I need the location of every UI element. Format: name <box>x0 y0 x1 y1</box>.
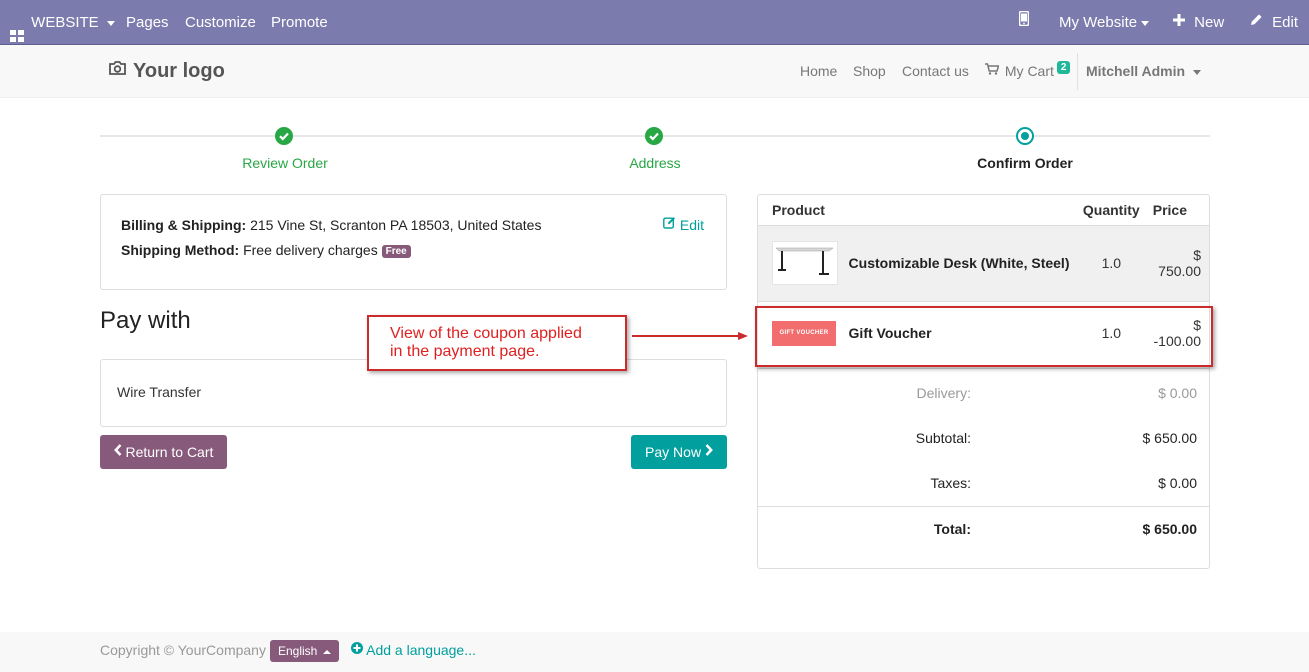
my-website-menu[interactable]: My Website <box>1059 0 1150 45</box>
nav-shop[interactable]: Shop <box>853 45 886 98</box>
return-to-cart-label: Return to Cart <box>125 444 214 460</box>
camera-icon <box>109 58 126 81</box>
customize-menu[interactable]: Customize <box>185 0 256 45</box>
billing-shipping-box: Billing & Shipping: 215 Vine St, Scranto… <box>100 194 727 290</box>
plus-circle-icon <box>351 641 363 657</box>
product-name: Customizable Desk (White, Steel) <box>848 255 1070 271</box>
annotation-arrow-icon <box>632 332 748 340</box>
divider <box>758 368 1209 369</box>
product-price: $ 750.00 <box>1158 247 1201 279</box>
step-confirm-order: Confirm Order <box>977 155 1073 171</box>
coupon-highlight-frame <box>755 306 1213 367</box>
cart-icon <box>985 44 1000 97</box>
pay-now-button[interactable]: Pay Now <box>631 435 727 469</box>
total-value: $ 650.00 <box>1142 521 1198 537</box>
chevron-up-icon <box>323 649 332 654</box>
billing-label: Billing & Shipping: <box>121 217 247 233</box>
language-label: English <box>278 644 318 658</box>
total-label: Total: <box>933 521 971 537</box>
chevron-right-icon <box>705 434 713 468</box>
cart-quantity-badge: 2 <box>1056 61 1071 74</box>
pages-menu[interactable]: Pages <box>126 0 169 45</box>
shipping-method-line: Shipping Method: Free delivery charges F… <box>121 242 411 258</box>
delivery-value: $ 0.00 <box>1158 385 1197 401</box>
chevron-down-icon <box>106 20 115 26</box>
callout-line-1: View of the coupon applied <box>390 325 582 342</box>
pay-now-label: Pay Now <box>645 444 702 460</box>
payment-option-wire-transfer[interactable]: Wire Transfer <box>117 384 201 400</box>
mobile-icon <box>1018 0 1030 44</box>
apps-grid-icon <box>10 15 24 43</box>
col-price-header: Price <box>1152 201 1187 218</box>
delivery-label: Delivery: <box>916 385 971 401</box>
divider <box>758 506 1209 507</box>
edit-label: Edit <box>1272 14 1299 31</box>
check-circle-icon <box>275 127 293 145</box>
taxes-value: $ 0.00 <box>1158 475 1197 491</box>
billing-address-line: Billing & Shipping: 215 Vine St, Scranto… <box>121 217 541 233</box>
pay-with-heading: Pay with <box>100 307 191 334</box>
shipping-method-label: Shipping Method: <box>121 242 240 258</box>
new-label: New <box>1194 14 1225 31</box>
order-summary-panel: Product Quantity Price Customizable Desk… <box>757 194 1210 569</box>
desk-image <box>775 247 834 275</box>
site-logo[interactable]: Your logo <box>109 60 225 83</box>
site-navbar: Your logo Home Shop Contact us My Cart 2 … <box>0 45 1309 98</box>
col-product-header: Product <box>772 201 825 218</box>
nav-divider <box>1077 53 1078 90</box>
billing-value: 215 Vine St, Scranton PA 18503, United S… <box>250 217 542 233</box>
chevron-down-icon <box>1141 20 1150 26</box>
site-footer: Copyright © YourCompany English Add a la… <box>0 632 1309 672</box>
mobile-preview-button[interactable] <box>1018 0 1030 45</box>
chevron-down-icon <box>1193 69 1202 75</box>
website-menu-label: WEBSITE <box>31 14 99 31</box>
user-name: Mitchell Admin <box>1086 63 1186 79</box>
promote-menu[interactable]: Promote <box>271 0 328 45</box>
return-to-cart-button[interactable]: Return to Cart <box>100 435 227 469</box>
current-step-dot-icon <box>1016 127 1034 145</box>
check-circle-icon <box>645 127 663 145</box>
table-row: Customizable Desk (White, Steel) 1.0 $ 7… <box>758 225 1209 301</box>
nav-contact-us[interactable]: Contact us <box>902 45 969 98</box>
my-website-label: My Website <box>1059 14 1138 31</box>
taxes-label: Taxes: <box>930 475 971 491</box>
plus-icon <box>1173 0 1185 44</box>
callout-line-2: in the payment page. <box>390 343 540 360</box>
add-language-label: Add a language... <box>366 642 476 658</box>
subtotal-label: Subtotal: <box>915 430 971 446</box>
edit-square-icon <box>663 216 676 232</box>
edit-address-link[interactable]: Edit <box>663 217 704 234</box>
language-selector[interactable]: English <box>270 640 340 662</box>
user-menu[interactable]: Mitchell Admin <box>1086 45 1202 98</box>
my-cart-label: My Cart <box>1004 63 1054 79</box>
copyright-text: Copyright © YourCompany <box>100 642 266 658</box>
website-admin-bar: WEBSITE Pages Customize Promote My Websi… <box>0 0 1309 45</box>
edit-address-label: Edit <box>679 217 705 233</box>
annotation-callout: View of the coupon applied in the paymen… <box>367 315 627 371</box>
pencil-icon <box>1250 0 1263 44</box>
product-quantity: 1.0 <box>1101 255 1122 271</box>
nav-home[interactable]: Home <box>800 45 837 98</box>
logo-text: Your logo <box>133 60 225 82</box>
shipping-method-value: Free delivery charges <box>243 242 378 258</box>
free-badge: Free <box>381 244 411 258</box>
step-address[interactable]: Address <box>555 155 755 171</box>
product-thumbnail[interactable] <box>772 241 838 285</box>
col-quantity-header: Quantity <box>1082 201 1140 218</box>
subtotal-value: $ 650.00 <box>1142 430 1198 446</box>
nav-my-cart[interactable]: My Cart 2 <box>985 44 1071 98</box>
website-menu[interactable]: WEBSITE <box>10 0 115 45</box>
edit-page-button[interactable]: Edit <box>1250 0 1298 45</box>
table-header-row: Product Quantity Price <box>758 195 1209 225</box>
step-review-order[interactable]: Review Order <box>185 155 385 171</box>
chevron-left-icon <box>113 434 122 468</box>
add-language-link[interactable]: Add a language... <box>351 642 476 659</box>
new-content-button[interactable]: New <box>1173 0 1224 45</box>
